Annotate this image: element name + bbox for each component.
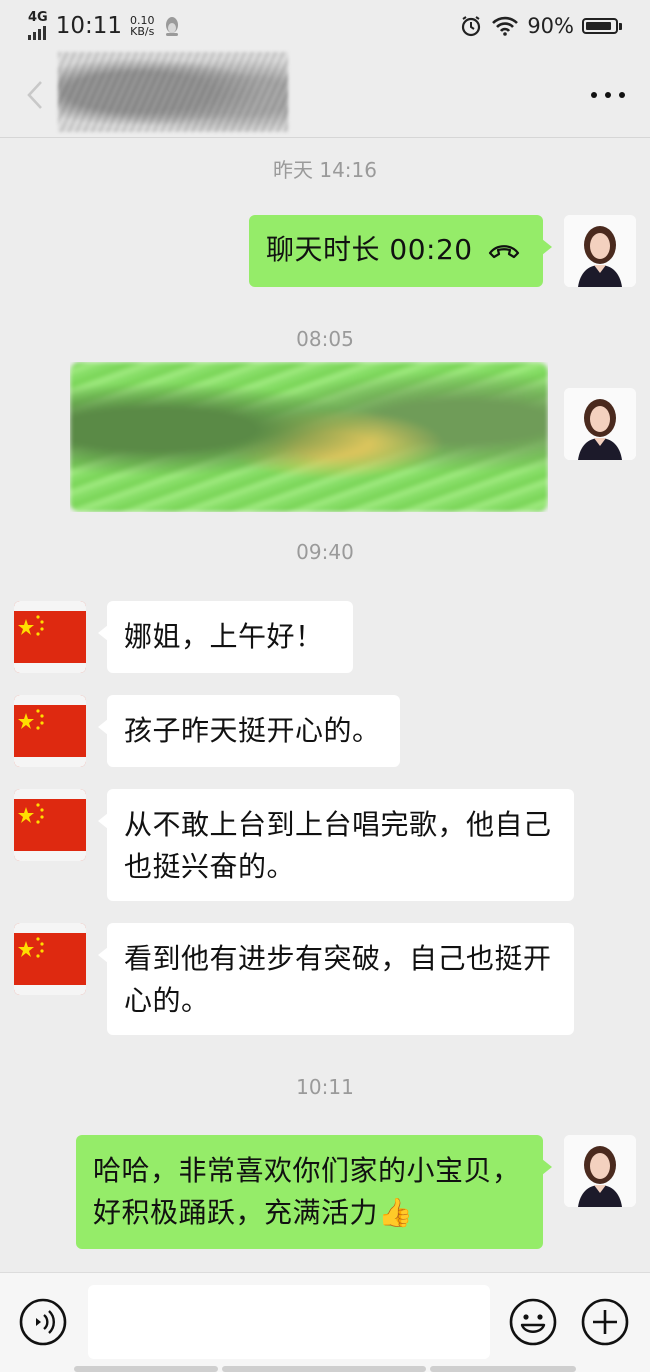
- message-text: 从不敢上台到上台唱完歌，他自己也挺兴奋的。: [124, 808, 552, 883]
- emoji-icon[interactable]: [508, 1297, 558, 1347]
- status-bar: 4G 10:11 0.10 KB/s 90%: [0, 0, 650, 52]
- china-flag-icon: [14, 601, 86, 673]
- nav-hint-bar: [430, 1366, 576, 1372]
- battery-icon: [582, 18, 622, 34]
- message-bubble[interactable]: 哈哈，非常喜欢你们家的小宝贝，好积极踊跃，充满活力👍: [76, 1135, 552, 1249]
- redaction-scribble: [70, 362, 548, 512]
- voice-icon[interactable]: [18, 1297, 68, 1347]
- timestamp: 10:11: [296, 1075, 354, 1099]
- back-chevron-icon[interactable]: [22, 78, 48, 112]
- portrait-image: [564, 215, 636, 287]
- my-avatar[interactable]: [564, 1135, 636, 1207]
- nav-hint-bar: [222, 1366, 426, 1372]
- timestamp: 08:05: [296, 327, 354, 351]
- message-text: 娜姐，上午好！: [124, 620, 324, 653]
- nav-hint-bar: [74, 1366, 218, 1372]
- status-time: 10:11: [55, 13, 123, 39]
- signal-icon: [28, 24, 46, 40]
- portrait-image: [564, 1135, 636, 1207]
- status-right: 90%: [459, 14, 622, 38]
- alarm-icon: [462, 16, 481, 37]
- battery-percent: 90%: [527, 14, 574, 38]
- call-row: 聊天时长 00:20: [266, 229, 526, 271]
- call-duration-label: 聊天时长 00:20: [266, 233, 473, 266]
- chat-header: [0, 52, 650, 138]
- timestamp: 昨天 14:16: [273, 158, 377, 182]
- message-bubble[interactable]: 娜姐，上午好！: [98, 601, 353, 673]
- message-bubble[interactable]: 孩子昨天挺开心的。: [98, 695, 400, 767]
- network-indicator: 4G: [28, 10, 48, 40]
- status-left: 4G 10:11 0.10 KB/s: [28, 10, 181, 40]
- message-bubble[interactable]: 看到他有进步有突破，自己也挺开心的。: [98, 923, 574, 1035]
- contact-avatar[interactable]: [14, 601, 86, 673]
- more-dots-icon[interactable]: [588, 82, 628, 108]
- message-bubble[interactable]: 从不敢上台到上台唱完歌，他自己也挺兴奋的。: [98, 789, 574, 901]
- contact-name-redacted: [58, 52, 288, 132]
- china-flag-icon: [14, 789, 86, 861]
- message-text: 孩子昨天挺开心的。: [124, 714, 381, 747]
- contact-avatar[interactable]: [14, 923, 86, 995]
- input-bar: [0, 1272, 650, 1372]
- redacted-message-bubble[interactable]: [70, 362, 548, 512]
- speed-unit: KB/s: [130, 25, 155, 38]
- phone-hangup-icon: [488, 245, 519, 259]
- china-flag-icon: [14, 695, 86, 767]
- wifi-icon: [492, 16, 519, 36]
- message-input[interactable]: [88, 1285, 490, 1359]
- my-avatar[interactable]: [564, 388, 636, 460]
- plus-icon[interactable]: [580, 1297, 630, 1347]
- contact-avatar[interactable]: [14, 789, 86, 861]
- call-duration-bubble[interactable]: 聊天时长 00:20: [249, 215, 552, 287]
- qq-penguin-icon: [165, 17, 178, 36]
- message-text: 看到他有进步有突破，自己也挺开心的。: [124, 942, 552, 1017]
- network-speed: 0.10 KB/s: [130, 15, 155, 37]
- contact-avatar[interactable]: [14, 695, 86, 767]
- timestamp: 09:40: [296, 540, 354, 564]
- china-flag-icon: [14, 923, 86, 995]
- message-text: 哈哈，非常喜欢你们家的小宝贝，好积极踊跃，充满活力👍: [93, 1154, 521, 1229]
- my-avatar[interactable]: [564, 215, 636, 287]
- network-type: 4G: [28, 10, 48, 25]
- portrait-image: [564, 388, 636, 460]
